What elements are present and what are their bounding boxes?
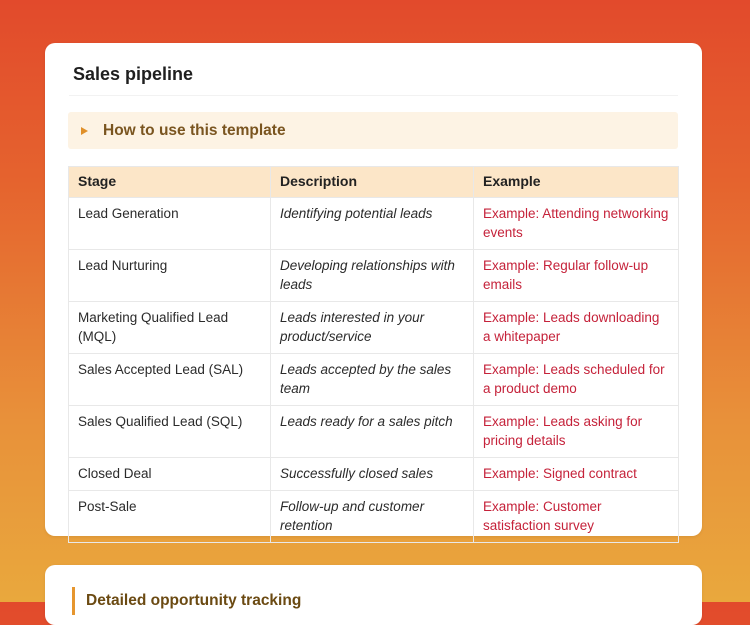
stage-cell[interactable]: Sales Accepted Lead (SAL) [68,353,271,406]
description-cell[interactable]: Follow-up and customer retention [270,490,474,543]
example-cell[interactable]: Example: Leads asking for pricing detail… [473,405,679,458]
example-cell[interactable]: Example: Leads scheduled for a product d… [473,353,679,406]
stage-cell[interactable]: Post-Sale [68,490,271,543]
page-title: Sales pipeline [73,64,194,84]
description-cell[interactable]: Leads interested in your product/service [270,301,474,354]
stage-cell[interactable]: Lead Nurturing [68,249,271,302]
column-header-example[interactable]: Example [473,166,679,198]
table-row: Sales Accepted Lead (SAL) Leads accepted… [68,353,679,406]
title-divider [69,95,678,96]
description-cell[interactable]: Leads ready for a sales pitch [270,405,474,458]
table-row: Lead Generation Identifying potential le… [68,197,679,250]
section-heading: Detailed opportunity tracking [72,587,301,615]
table-row: Lead Nurturing Developing relationships … [68,249,679,302]
example-cell[interactable]: Example: Leads downloading a whitepaper [473,301,679,354]
example-cell[interactable]: Example: Regular follow-up emails [473,249,679,302]
table-row: Post-Sale Follow-up and customer retenti… [68,490,679,543]
pipeline-table: Stage Description Example Lead Generatio… [68,166,679,543]
stage-cell[interactable]: Closed Deal [68,457,271,491]
description-cell[interactable]: Successfully closed sales [270,457,474,491]
stage-cell[interactable]: Sales Qualified Lead (SQL) [68,405,271,458]
toggle-triangle-icon[interactable] [81,126,88,135]
stage-cell[interactable]: Marketing Qualified Lead (MQL) [68,301,271,354]
example-cell[interactable]: Example: Signed contract [473,457,679,491]
table-row: Closed Deal Successfully closed sales Ex… [68,457,679,491]
description-cell[interactable]: Developing relationships with leads [270,249,474,302]
example-cell[interactable]: Example: Attending networking events [473,197,679,250]
how-to-use-toggle[interactable]: How to use this template [68,112,678,149]
example-cell[interactable]: Example: Customer satisfaction survey [473,490,679,543]
opportunity-tracking-card: Detailed opportunity tracking [45,565,702,625]
sales-pipeline-card: Sales pipeline How to use this template … [45,43,702,543]
table-header-row: Stage Description Example [68,166,679,198]
stage-cell[interactable]: Lead Generation [68,197,271,250]
column-header-description[interactable]: Description [270,166,474,198]
column-header-stage[interactable]: Stage [68,166,271,198]
table-row: Sales Qualified Lead (SQL) Leads ready f… [68,405,679,458]
toggle-label: How to use this template [103,121,286,139]
table-row: Marketing Qualified Lead (MQL) Leads int… [68,301,679,354]
description-cell[interactable]: Leads accepted by the sales team [270,353,474,406]
description-cell[interactable]: Identifying potential leads [270,197,474,250]
